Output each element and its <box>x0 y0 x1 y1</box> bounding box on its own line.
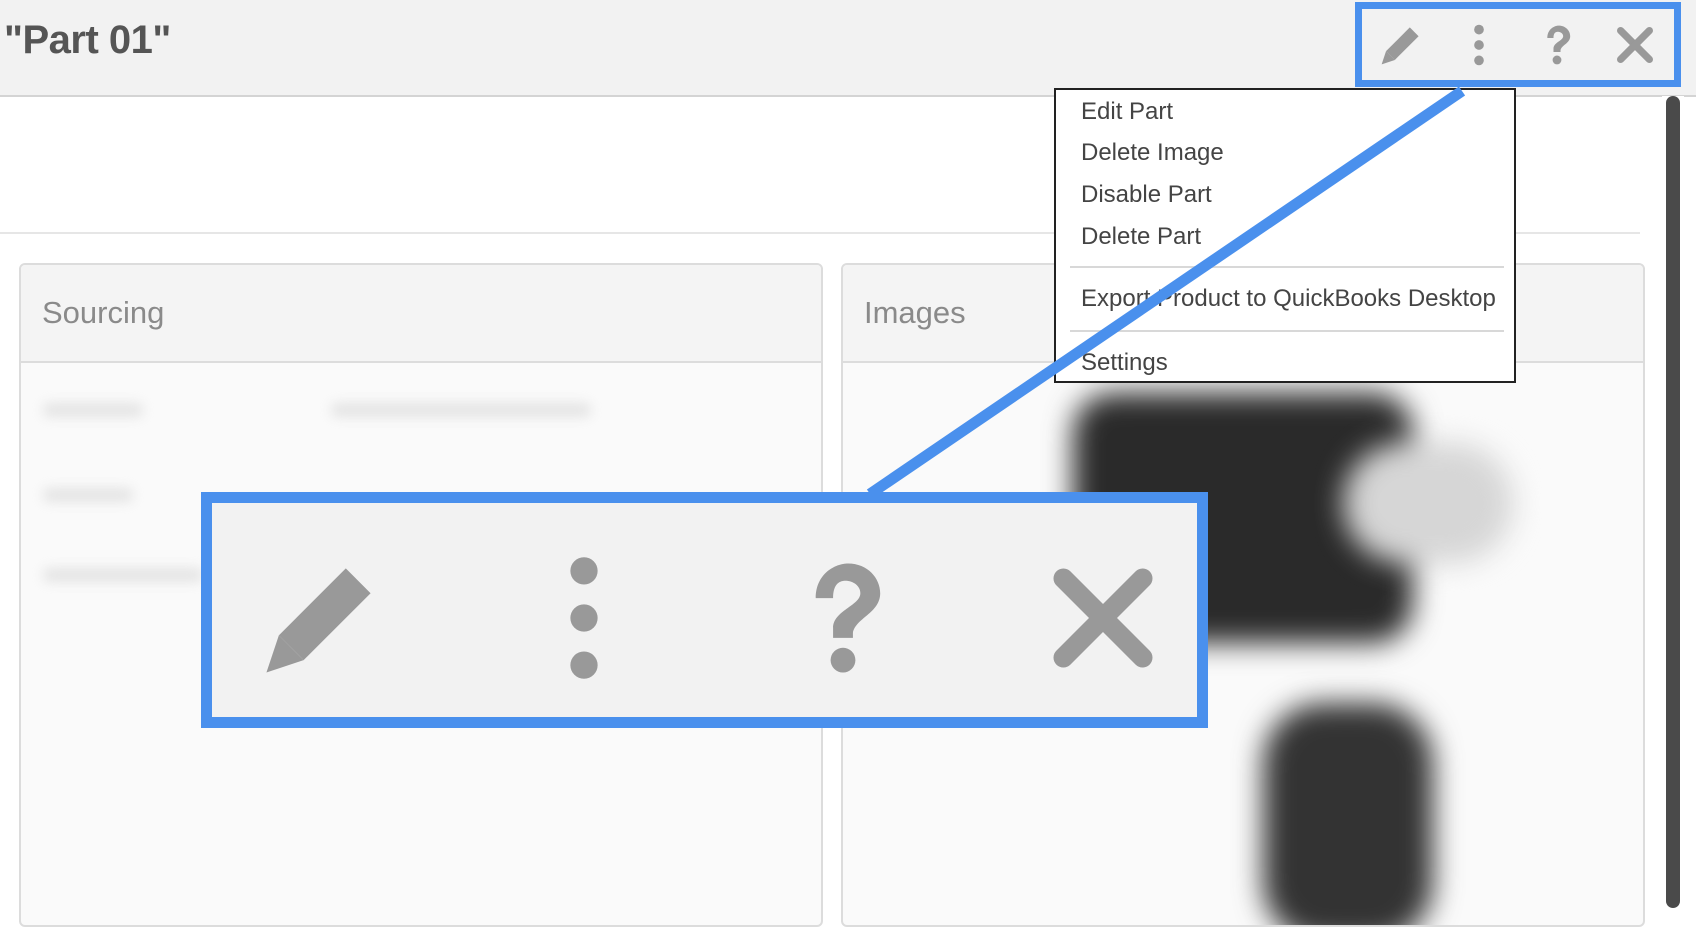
menu-item-edit-part[interactable]: Edit Part <box>1081 98 1173 126</box>
help-button[interactable] <box>1527 15 1587 75</box>
close-x-icon <box>1053 568 1153 668</box>
part-image-secondary <box>1263 703 1433 925</box>
zoom-close-button <box>1038 553 1168 683</box>
sourcing-panel-title: Sourcing <box>42 295 165 330</box>
more-options-menu: Edit Part Delete Image Disable Part Dele… <box>1054 88 1516 383</box>
menu-separator <box>1070 330 1504 332</box>
question-icon <box>815 563 881 673</box>
menu-item-delete-part[interactable]: Delete Part <box>1081 223 1201 251</box>
images-panel-title: Images <box>864 295 966 330</box>
edit-button[interactable] <box>1371 15 1431 75</box>
toolbar-highlight <box>1355 2 1681 87</box>
sourcing-panel-header: Sourcing <box>21 265 821 363</box>
vertical-dots-icon <box>1474 24 1484 65</box>
toolbar-zoom-callout <box>201 492 1208 728</box>
pencil-icon <box>1381 26 1419 64</box>
zoom-edit-button <box>256 553 386 683</box>
vertical-dots-icon <box>570 557 598 679</box>
menu-item-disable-part[interactable]: Disable Part <box>1081 181 1212 209</box>
menu-separator <box>1070 266 1504 268</box>
menu-item-settings[interactable]: Settings <box>1081 349 1168 377</box>
menu-item-export-quickbooks[interactable]: Export Product to QuickBooks Desktop <box>1081 285 1496 313</box>
blurred-field <box>43 403 143 417</box>
question-icon <box>1547 25 1571 64</box>
close-button[interactable] <box>1605 15 1665 75</box>
menu-item-delete-image[interactable]: Delete Image <box>1081 139 1224 167</box>
blurred-field <box>43 488 133 502</box>
more-options-button[interactable] <box>1449 15 1509 75</box>
blurred-field <box>331 403 591 417</box>
page-title: "Part 01" <box>4 18 171 62</box>
part-image-detail <box>1343 443 1513 563</box>
zoom-more-options-button <box>519 553 649 683</box>
blurred-field <box>43 568 203 582</box>
scrollbar-thumb[interactable] <box>1666 96 1680 908</box>
close-x-icon <box>1617 26 1653 63</box>
page-header: "Part 01" <box>0 0 1696 97</box>
pencil-icon <box>266 568 371 673</box>
zoom-help-button <box>778 553 908 683</box>
